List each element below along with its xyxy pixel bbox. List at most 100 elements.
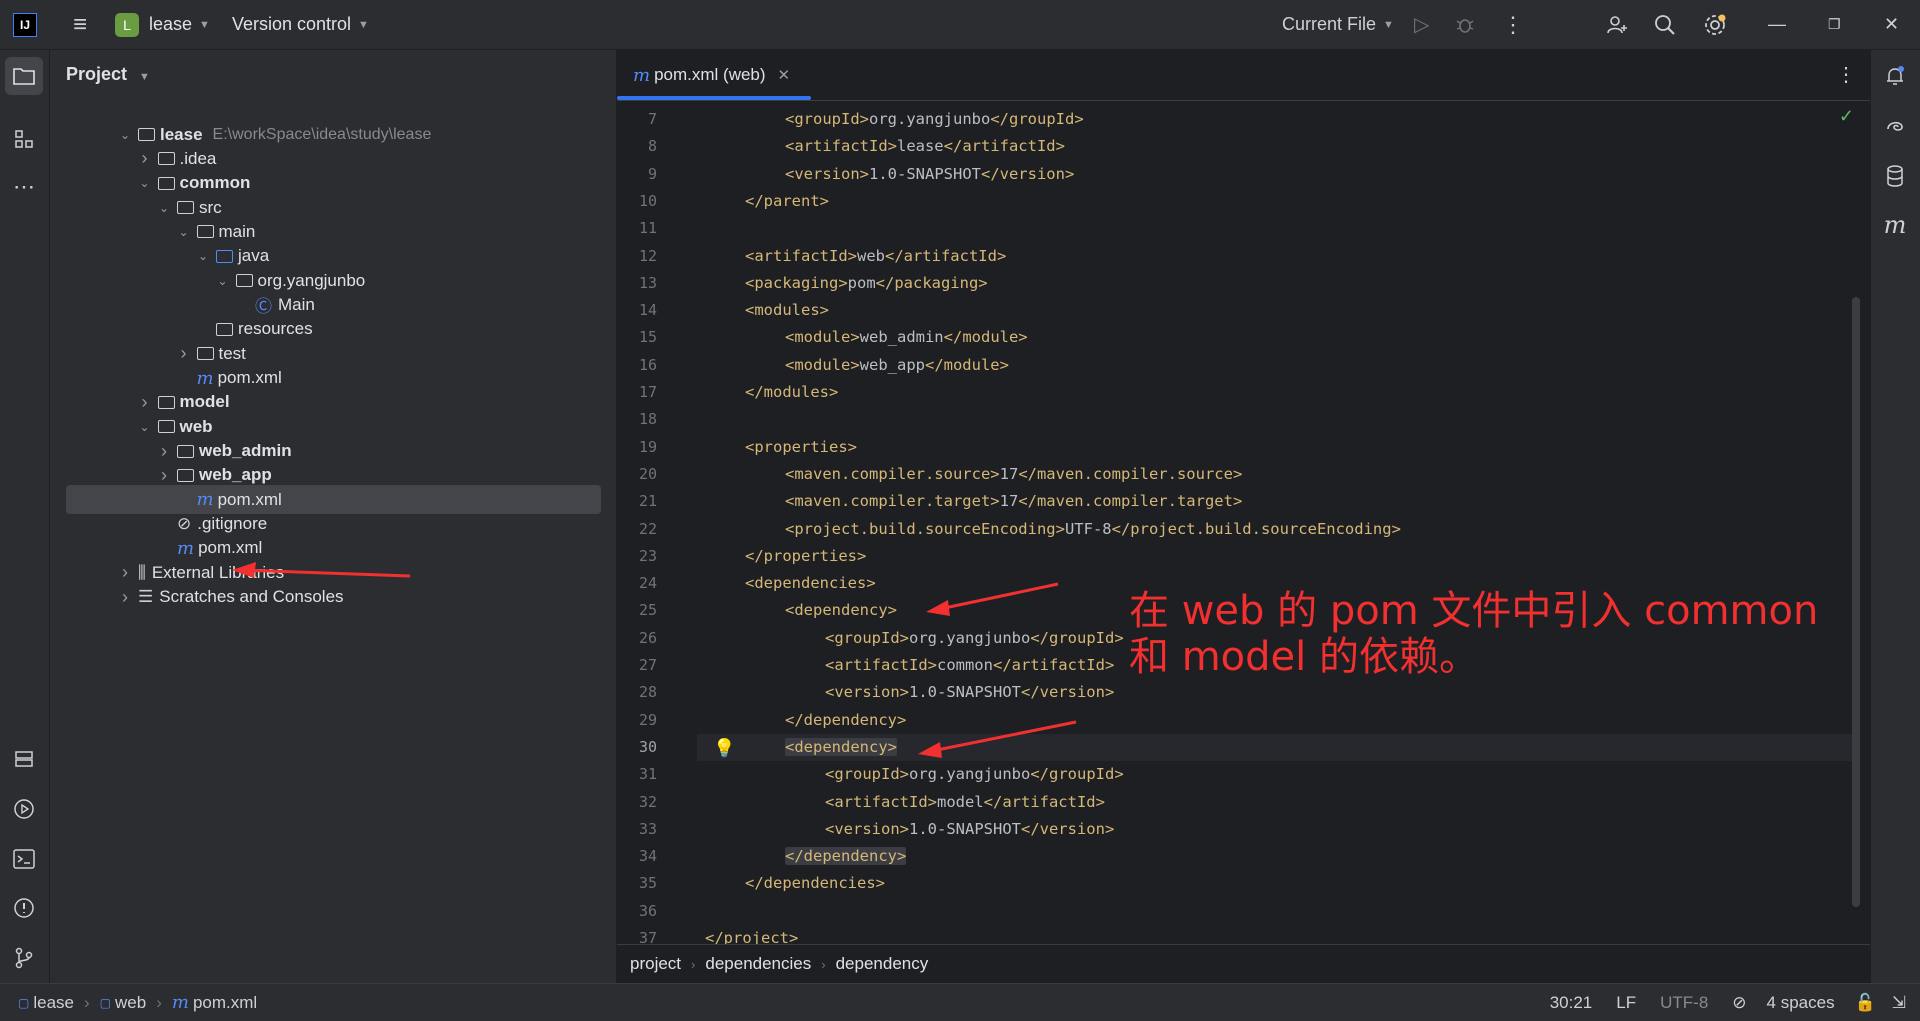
chevron-right-icon[interactable]: › xyxy=(177,343,191,364)
line-number: 36 xyxy=(638,901,657,920)
status-crumb-lease[interactable]: lease xyxy=(33,993,74,1013)
terminal-icon[interactable] xyxy=(9,844,39,874)
status-crumb-pom[interactable]: pom.xml xyxy=(193,993,257,1013)
module-folder-icon xyxy=(177,444,194,458)
chevron-right-icon[interactable]: › xyxy=(118,562,132,583)
chevron-right-icon[interactable]: › xyxy=(138,392,152,413)
line-number: 26 xyxy=(638,628,657,647)
chevron-down-icon[interactable]: ⌄ xyxy=(118,128,132,142)
chevron-down-icon[interactable]: ⌄ xyxy=(138,176,152,190)
xml-text: pom xyxy=(847,273,876,292)
code-line: </dependencies> xyxy=(745,874,885,892)
notifications-bell-icon[interactable] xyxy=(1880,61,1910,91)
project-tool-folder-icon[interactable] xyxy=(5,57,43,95)
chevron-right-icon[interactable]: › xyxy=(118,587,132,608)
breadcrumb-dependency[interactable]: dependency xyxy=(836,954,929,974)
chevron-down-icon[interactable]: ⌄ xyxy=(157,201,171,215)
close-tab-icon[interactable]: ✕ xyxy=(778,66,791,84)
xml-open-tag: <maven.compiler.source> xyxy=(785,464,1000,483)
module-folder-icon xyxy=(177,468,194,482)
code-line: <version>1.0-SNAPSHOT</version> xyxy=(785,165,1074,183)
chevron-right-icon[interactable]: › xyxy=(157,441,171,462)
tree-label: main xyxy=(218,221,256,241)
breadcrumb-project[interactable]: project xyxy=(630,954,681,974)
services-icon[interactable] xyxy=(9,744,39,774)
status-crumb-web[interactable]: web xyxy=(115,993,146,1013)
problems-icon[interactable] xyxy=(9,893,39,923)
debug-icon[interactable] xyxy=(1455,0,1475,49)
minimize-icon[interactable]: — xyxy=(1768,0,1786,49)
line-number: 19 xyxy=(638,437,657,456)
database-icon[interactable] xyxy=(1880,161,1910,191)
line-separator[interactable]: LF xyxy=(1616,993,1636,1013)
code-line: </parent> xyxy=(745,192,829,210)
code-area[interactable]: <groupId>org.yangjunbo</groupId> <artifac… xyxy=(705,100,1855,947)
run-tool-icon[interactable] xyxy=(9,794,39,824)
xml-close-tag: </artifactId> xyxy=(983,792,1105,811)
search-icon[interactable] xyxy=(1654,0,1676,49)
tree-row[interactable]: › ☰ Scratches and Consoles xyxy=(50,583,344,612)
editor-tab[interactable]: m pom.xml (web) ✕ xyxy=(633,50,790,100)
ai-assistant-icon[interactable] xyxy=(1880,111,1910,141)
ide-logo-icon[interactable]: IJ xyxy=(13,12,37,37)
xml-close-tag: </version> xyxy=(1020,819,1115,838)
add-user-icon[interactable] xyxy=(1605,0,1629,49)
git-pull-icon[interactable]: ⇲ xyxy=(1892,993,1906,1013)
line-number: 16 xyxy=(638,355,657,374)
code-line: </properties> xyxy=(745,547,866,565)
line-number: 32 xyxy=(638,792,657,811)
xml-text: 1.0-SNAPSHOT xyxy=(869,164,981,183)
project-panel: Project ▼ ⌄ lease E:\workSpace\idea\study\… xyxy=(50,50,617,983)
line-number: 20 xyxy=(638,464,657,483)
line-number: 23 xyxy=(638,546,657,565)
hide-icon[interactable]: ⊘ xyxy=(1732,993,1746,1013)
run-icon[interactable]: ▷ xyxy=(1414,0,1429,49)
code-line: <modules> xyxy=(745,301,829,319)
module-icon: ▢ xyxy=(99,995,111,1010)
main-menu-icon[interactable]: ≡ xyxy=(73,11,87,39)
lock-icon[interactable]: 🔓 xyxy=(1855,993,1876,1013)
more-tools-icon[interactable]: ⋯ xyxy=(9,172,39,202)
project-switcher[interactable]: lease ▼ xyxy=(149,0,210,49)
file-encoding[interactable]: UTF-8 xyxy=(1660,993,1708,1013)
line-number: 22 xyxy=(638,519,657,538)
git-branch-icon[interactable] xyxy=(9,943,39,973)
project-badge[interactable]: L xyxy=(115,12,140,37)
chevron-down-icon[interactable]: ⌄ xyxy=(177,225,191,239)
tree-label: web_app xyxy=(199,465,272,485)
xml-close-tag: </maven.compiler.source> xyxy=(1018,464,1243,483)
tree-label: External Libraries xyxy=(151,562,285,582)
run-config-selector[interactable]: Current File ▼ xyxy=(1282,0,1394,49)
structure-icon[interactable] xyxy=(9,124,39,154)
xml-text: 17 xyxy=(999,464,1019,483)
chevron-down-icon[interactable]: ⌄ xyxy=(196,249,210,263)
xml-close-tag: </groupId> xyxy=(990,110,1084,128)
breadcrumb-dependencies[interactable]: dependencies xyxy=(705,954,811,974)
chevron-down-icon[interactable]: ⌄ xyxy=(138,420,152,434)
code-line: <project.build.sourceEncoding>UTF-8</pro… xyxy=(785,520,1401,538)
chevron-down-icon[interactable]: ⌄ xyxy=(216,274,230,288)
xml-open-tag: <dependencies> xyxy=(745,574,876,593)
scrollbar[interactable] xyxy=(1852,297,1860,907)
more-actions-icon[interactable]: ⋮ xyxy=(1502,0,1524,49)
close-icon[interactable]: ✕ xyxy=(1884,0,1899,49)
line-number: 18 xyxy=(638,410,657,429)
chevron-right-icon[interactable]: › xyxy=(138,148,152,169)
breadcrumb-separator-icon: › xyxy=(821,956,826,972)
editor-more-icon[interactable]: ⋮ xyxy=(1836,62,1856,87)
breadcrumb-separator-icon: › xyxy=(83,992,90,1012)
chevron-right-icon[interactable]: › xyxy=(157,465,171,486)
line-number: 13 xyxy=(638,273,657,292)
indent-setting[interactable]: 4 spaces xyxy=(1767,993,1835,1013)
project-panel-title[interactable]: Project ▼ xyxy=(66,64,150,85)
settings-gear-icon[interactable] xyxy=(1703,0,1727,49)
vcs-menu[interactable]: Version control ▼ xyxy=(232,0,369,49)
tree-label: pom.xml xyxy=(217,489,282,509)
maven-tool-icon[interactable]: m xyxy=(1880,210,1910,240)
restore-icon[interactable]: ❐ xyxy=(1828,0,1841,49)
xml-open-tag: <maven.compiler.target> xyxy=(785,492,1000,511)
caret-position[interactable]: 30:21 xyxy=(1550,993,1593,1013)
xml-open-tag: <dependency> xyxy=(785,737,897,756)
tree-label: Main xyxy=(278,294,315,314)
line-number: 14 xyxy=(638,301,657,320)
